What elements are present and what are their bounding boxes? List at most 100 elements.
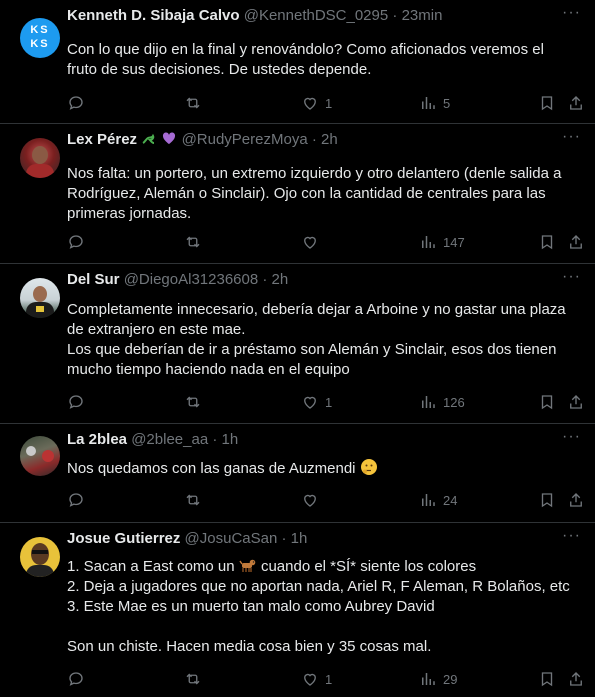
more-options-icon[interactable]: ··· <box>562 128 581 146</box>
dog-emoji-icon <box>239 559 256 572</box>
badge-icons <box>141 131 181 148</box>
reply-icon <box>69 96 83 110</box>
share-button[interactable] <box>567 489 585 511</box>
views-button[interactable]: 29 <box>419 668 457 690</box>
timestamp[interactable]: 1h <box>291 530 308 547</box>
tweet-actions: 24 <box>67 489 585 511</box>
retweet-button[interactable] <box>184 489 202 511</box>
like-button[interactable]: 1 <box>301 668 332 690</box>
avatar[interactable] <box>20 436 60 476</box>
avatar[interactable] <box>20 278 60 318</box>
tweet-text: 1. Sacan a East como un cuando el *SÍ* s… <box>67 558 570 655</box>
heart-icon <box>304 236 316 249</box>
reply-icon <box>69 235 83 249</box>
bookmark-button[interactable] <box>538 231 556 253</box>
reply-icon <box>69 493 83 507</box>
display-name[interactable]: Kenneth D. Sibaja Calvo <box>67 7 240 24</box>
bookmark-icon <box>541 395 553 410</box>
tweet[interactable]: Josue Gutierrez @JosuCaSan · 1h ··· 1. S… <box>0 523 595 697</box>
like-button[interactable] <box>301 489 325 511</box>
display-name[interactable]: Josue Gutierrez <box>67 530 180 547</box>
tweet[interactable]: Del Sur @DiegoAl31236608 · 2h ··· Comple… <box>0 264 595 424</box>
retweet-icon <box>186 236 200 248</box>
timestamp[interactable]: 2h <box>272 271 289 288</box>
share-icon <box>570 235 582 249</box>
tweet-header: Kenneth D. Sibaja Calvo @KennethDSC_0295… <box>67 7 443 24</box>
reply-feed: KS KS Kenneth D. Sibaja Calvo @KennethDSC… <box>0 0 595 697</box>
bookmark-button[interactable] <box>538 391 556 413</box>
share-icon <box>570 395 582 409</box>
share-button[interactable] <box>567 231 585 253</box>
retweet-button[interactable] <box>184 231 202 253</box>
more-options-icon[interactable]: ··· <box>562 428 581 446</box>
reply-button[interactable] <box>67 668 85 690</box>
like-button[interactable]: 1 <box>301 391 332 413</box>
handle[interactable]: @RudyPerezMoya <box>182 131 308 148</box>
timestamp[interactable]: 1h <box>222 431 239 448</box>
share-button[interactable] <box>567 668 585 690</box>
tweet-text: Nos quedamos con las ganas de Auzmendi <box>67 458 581 479</box>
thinking-face-emoji-icon <box>360 459 377 475</box>
tweet-header: Lex Pérez @RudyPerezMoya · 2h <box>67 131 338 148</box>
tweet[interactable]: La 2blea @2blee_aa · 1h ··· Nos quedamos… <box>0 424 595 523</box>
timestamp[interactable]: 2h <box>321 131 338 148</box>
tweet-actions: 1 126 <box>67 391 585 413</box>
views-button[interactable]: 147 <box>419 231 465 253</box>
tweet[interactable]: KS KS Kenneth D. Sibaja Calvo @KennethDSC… <box>0 0 595 124</box>
like-button[interactable]: 1 <box>301 92 332 114</box>
more-options-icon[interactable]: ··· <box>562 268 581 286</box>
share-icon <box>570 96 582 110</box>
more-options-icon[interactable]: ··· <box>562 4 581 22</box>
avatar[interactable] <box>20 138 60 178</box>
handle[interactable]: @DiegoAl31236608 <box>124 271 259 288</box>
reply-button[interactable] <box>67 231 85 253</box>
retweet-button[interactable] <box>184 391 202 413</box>
reply-icon <box>69 672 83 686</box>
tweet-text: Con lo que dijo en la final y renovándol… <box>67 41 544 78</box>
views-button[interactable]: 24 <box>419 489 457 511</box>
views-button[interactable]: 126 <box>419 391 465 413</box>
reply-button[interactable] <box>67 92 85 114</box>
bookmark-icon <box>541 96 553 111</box>
like-count: 1 <box>325 394 333 410</box>
like-button[interactable] <box>301 231 325 253</box>
tweet[interactable]: Lex Pérez @RudyPerezMoya · 2h ··· Nos fa… <box>0 124 595 264</box>
timestamp[interactable]: 23min <box>402 7 443 24</box>
dragon-emoji-icon <box>142 133 155 144</box>
bookmark-button[interactable] <box>538 489 556 511</box>
tweet-actions: 1 29 <box>67 668 585 690</box>
views-icon <box>422 494 435 506</box>
reply-button[interactable] <box>67 489 85 511</box>
retweet-button[interactable] <box>184 668 202 690</box>
views-icon <box>422 236 435 248</box>
reply-button[interactable] <box>67 391 85 413</box>
tweet-header: La 2blea @2blee_aa · 1h <box>67 431 239 448</box>
handle[interactable]: @KennethDSC_0295 <box>244 7 389 24</box>
bookmark-button[interactable] <box>538 92 556 114</box>
views-button[interactable]: 5 <box>419 92 450 114</box>
purple-heart-icon <box>163 132 176 144</box>
retweet-icon <box>186 396 200 408</box>
display-name[interactable]: Lex Pérez <box>67 131 137 148</box>
views-icon <box>422 97 435 109</box>
tweet-text: Nos falta: un portero, un extremo izquie… <box>67 165 562 222</box>
bookmark-icon <box>541 235 553 250</box>
retweet-icon <box>186 673 200 685</box>
views-count: 29 <box>443 671 458 687</box>
views-icon <box>422 673 435 685</box>
like-count: 1 <box>325 671 333 687</box>
display-name[interactable]: La 2blea <box>67 431 127 448</box>
avatar[interactable] <box>20 537 60 577</box>
bookmark-button[interactable] <box>538 668 556 690</box>
retweet-icon <box>186 494 200 506</box>
views-count: 5 <box>443 95 451 111</box>
display-name[interactable]: Del Sur <box>67 271 120 288</box>
avatar[interactable]: KS KS <box>20 18 60 58</box>
share-button[interactable] <box>567 391 585 413</box>
retweet-button[interactable] <box>184 92 202 114</box>
share-button[interactable] <box>567 92 585 114</box>
heart-icon <box>304 494 316 507</box>
handle[interactable]: @JosuCaSan <box>185 530 278 547</box>
handle[interactable]: @2blee_aa <box>131 431 208 448</box>
more-options-icon[interactable]: ··· <box>562 527 581 545</box>
